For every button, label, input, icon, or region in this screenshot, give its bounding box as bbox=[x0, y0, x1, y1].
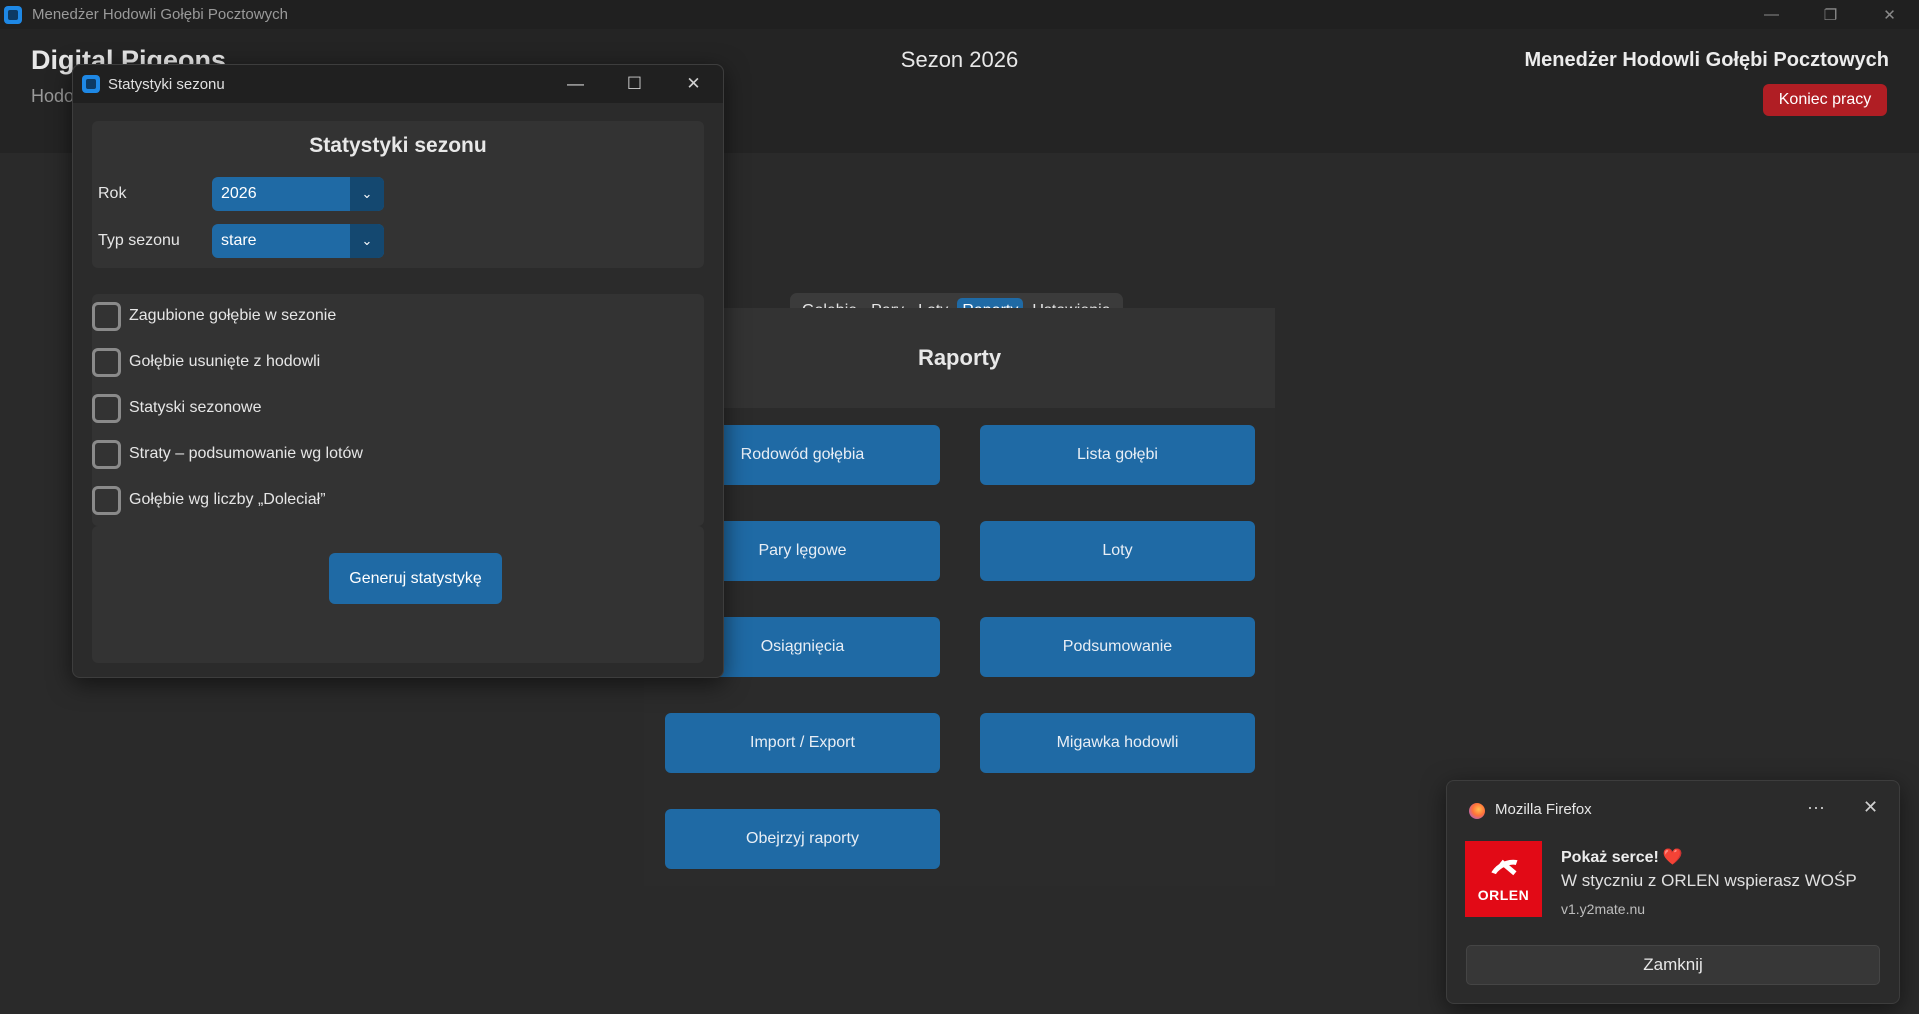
checkbox-row-season-stats[interactable]: Statyski sezonowe bbox=[92, 393, 262, 423]
notification-title: Pokaż serce! ❤️ bbox=[1561, 847, 1683, 867]
season-stats-dialog: Statystyki sezonu — ☐ ✕ Statystyki sezon… bbox=[72, 64, 724, 678]
close-icon[interactable]: ✕ bbox=[1863, 797, 1878, 818]
dialog-close-icon[interactable]: ✕ bbox=[664, 65, 723, 103]
more-options-icon[interactable]: ··· bbox=[1807, 797, 1825, 818]
checkbox-label: Statyski sezonowe bbox=[129, 399, 262, 416]
checkbox-season-stats[interactable] bbox=[92, 393, 121, 423]
dialog-checkbox-card: Zagubione gołębie w sezonie Gołębie usun… bbox=[92, 294, 704, 526]
checkbox-label: Straty – podsumowanie wg lotów bbox=[129, 445, 363, 462]
checkbox-row-lost[interactable]: Zagubione gołębie w sezonie bbox=[92, 301, 336, 331]
dialog-heading: Statystyki sezonu bbox=[309, 134, 487, 157]
dialog-titlebar[interactable]: Statystyki sezonu — ☐ ✕ bbox=[73, 65, 723, 103]
checkbox-arrived-count[interactable] bbox=[92, 485, 121, 515]
checkbox-label: Gołębie wg liczby „Doleciał” bbox=[129, 491, 326, 508]
checkbox-losses-by-flight[interactable] bbox=[92, 439, 121, 469]
firefox-icon bbox=[1469, 803, 1485, 819]
dialog-maximize-icon[interactable]: ☐ bbox=[605, 65, 664, 103]
window-controls: — ❐ ✕ bbox=[1742, 0, 1919, 29]
checkbox-label: Zagubione gołębie w sezonie bbox=[129, 307, 337, 324]
year-select[interactable]: 2026 ⌄ bbox=[212, 177, 384, 211]
dialog-minimize-icon[interactable]: — bbox=[546, 65, 605, 103]
season-type-label: Typ sezonu bbox=[98, 232, 180, 249]
dialog-window-controls: — ☐ ✕ bbox=[546, 65, 723, 103]
app-name: Menedżer Hodowli Gołębi Pocztowych bbox=[1524, 49, 1889, 71]
brand-subtitle: Hodo bbox=[31, 86, 75, 106]
reports-panel: Raporty Rodowód gołębia Lista gołębi Par… bbox=[644, 308, 1275, 886]
dialog-form-card: Rok 2026 ⌄ Typ sezonu stare ⌄ bbox=[92, 173, 704, 268]
checkbox-label: Gołębie usunięte z hodowli bbox=[129, 353, 321, 370]
notification-dismiss-button[interactable]: Zamknij bbox=[1466, 945, 1880, 985]
report-summary-button[interactable]: Podsumowanie bbox=[980, 617, 1255, 677]
app-icon bbox=[4, 5, 22, 24]
import-export-button[interactable]: Import / Export bbox=[665, 713, 940, 773]
report-snapshot-button[interactable]: Migawka hodowli bbox=[980, 713, 1255, 773]
chevron-down-icon[interactable]: ⌄ bbox=[350, 224, 384, 258]
window-title: Menedżer Hodowli Gołębi Pocztowych bbox=[32, 6, 288, 23]
heart-icon: ❤️ bbox=[1662, 849, 1683, 866]
season-type-select-value: stare bbox=[221, 232, 257, 249]
year-select-value: 2026 bbox=[221, 185, 257, 202]
checkbox-removed-pigeons[interactable] bbox=[92, 347, 121, 377]
view-reports-button[interactable]: Obejrzyj raporty bbox=[665, 809, 940, 869]
logout-button[interactable]: Koniec pracy bbox=[1763, 84, 1887, 116]
generate-statistics-button[interactable]: Generuj statystykę bbox=[329, 553, 502, 604]
minimize-icon[interactable]: — bbox=[1742, 0, 1801, 29]
restore-icon[interactable]: ❐ bbox=[1801, 0, 1860, 29]
reports-title: Raporty bbox=[644, 308, 1275, 408]
dialog-actions-card: Generuj statystykę bbox=[92, 526, 704, 663]
checkbox-row-losses[interactable]: Straty – podsumowanie wg lotów bbox=[92, 439, 363, 469]
checkbox-row-removed[interactable]: Gołębie usunięte z hodowli bbox=[92, 347, 320, 377]
dialog-window-title: Statystyki sezonu bbox=[108, 75, 225, 93]
checkbox-row-arrived[interactable]: Gołębie wg liczby „Doleciał” bbox=[92, 485, 326, 515]
dialog-app-icon bbox=[82, 75, 100, 93]
orlen-eagle-icon bbox=[1487, 855, 1521, 883]
dialog-heading-card: Statystyki sezonu bbox=[92, 121, 704, 173]
notification-app-name: Mozilla Firefox bbox=[1495, 801, 1592, 818]
notification-body: W styczniu z ORLEN wspierasz WOŚP bbox=[1561, 871, 1857, 890]
report-flights-button[interactable]: Loty bbox=[980, 521, 1255, 581]
chevron-down-icon[interactable]: ⌄ bbox=[350, 177, 384, 211]
notification-source: v1.y2mate.nu bbox=[1561, 901, 1646, 917]
report-pigeon-list-button[interactable]: Lista gołębi bbox=[980, 425, 1255, 485]
checkbox-lost-pigeons[interactable] bbox=[92, 301, 121, 331]
notification-title-text: Pokaż serce! bbox=[1561, 849, 1659, 866]
orlen-logo: ORLEN bbox=[1465, 841, 1542, 917]
close-icon[interactable]: ✕ bbox=[1860, 0, 1919, 29]
season-type-select[interactable]: stare ⌄ bbox=[212, 224, 384, 258]
firefox-notification: Mozilla Firefox ··· ✕ ORLEN Pokaż serce!… bbox=[1446, 780, 1900, 1004]
year-label: Rok bbox=[98, 185, 127, 202]
os-titlebar: Menedżer Hodowli Gołębi Pocztowych — ❐ ✕ bbox=[0, 0, 1919, 29]
